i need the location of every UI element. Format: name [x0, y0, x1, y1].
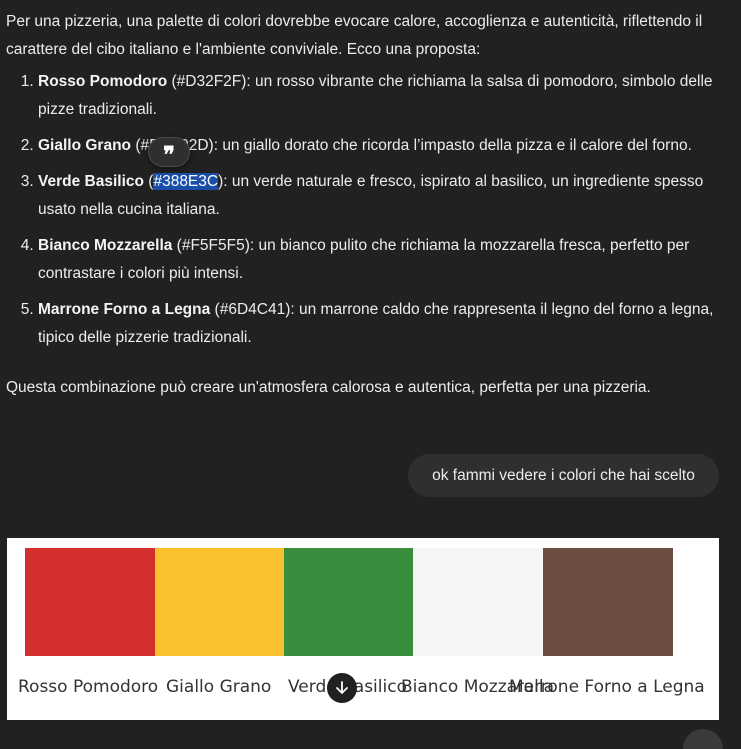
quote-icon: ❞	[163, 142, 175, 167]
color-name: Giallo Grano	[38, 137, 132, 154]
list-item: Verde Basilico (#388E3C): un verde natur…	[38, 168, 722, 224]
color-hex: (#F5F5F5)	[172, 237, 250, 254]
color-name: Marrone Forno a Legna	[38, 301, 211, 318]
swatch-label: Rosso Pomodoro	[18, 677, 159, 697]
color-name: Bianco Mozzarella	[38, 237, 173, 254]
user-message-bubble: ok fammi vedere i colori che hai scelto	[408, 454, 719, 497]
color-hex: (#6D4C41)	[210, 301, 291, 318]
color-desc: : un giallo dorato che ricorda l’impasto…	[213, 137, 692, 154]
list-item: Giallo Grano (#FBC02D): un giallo dorato…	[38, 132, 722, 160]
assistant-message: Per una pizzeria, una palette di colori …	[6, 8, 722, 360]
swatch-verde-basilico	[284, 548, 413, 656]
swatch-rosso-pomodoro	[25, 548, 155, 656]
arrow-down-icon	[336, 681, 348, 694]
swatch-marrone-forno	[543, 548, 673, 656]
swatch-bianco-mozzarella	[413, 548, 543, 656]
color-name: Verde Basilico	[38, 173, 144, 190]
color-hex: (#D32F2F)	[167, 73, 247, 90]
quote-reply-button[interactable]: ❞	[148, 137, 190, 167]
composer-edge	[683, 729, 723, 749]
message-closing: Questa combinazione può creare un'atmosf…	[6, 379, 651, 396]
palette-list: Rosso Pomodoro (#D32F2F): un rosso vibra…	[6, 68, 722, 352]
list-item: Marrone Forno a Legna (#6D4C41): un marr…	[38, 296, 722, 352]
color-name: Rosso Pomodoro	[38, 73, 168, 90]
list-item: Bianco Mozzarella (#F5F5F5): un bianco p…	[38, 232, 722, 288]
message-intro: Per una pizzeria, una palette di colori …	[6, 13, 703, 58]
palette-image: Rosso Pomodoro Giallo Grano Verde Basili…	[7, 538, 719, 720]
list-item: Rosso Pomodoro (#D32F2F): un rosso vibra…	[38, 68, 722, 124]
user-message-text: ok fammi vedere i colori che hai scelto	[432, 466, 695, 484]
swatch-giallo-grano	[155, 548, 284, 656]
swatch-label: Marrone Forno a Legna	[509, 677, 705, 697]
scroll-down-button[interactable]	[327, 673, 357, 703]
swatch-label: Giallo Grano	[166, 677, 272, 697]
selected-text[interactable]: #388E3C	[153, 173, 219, 190]
